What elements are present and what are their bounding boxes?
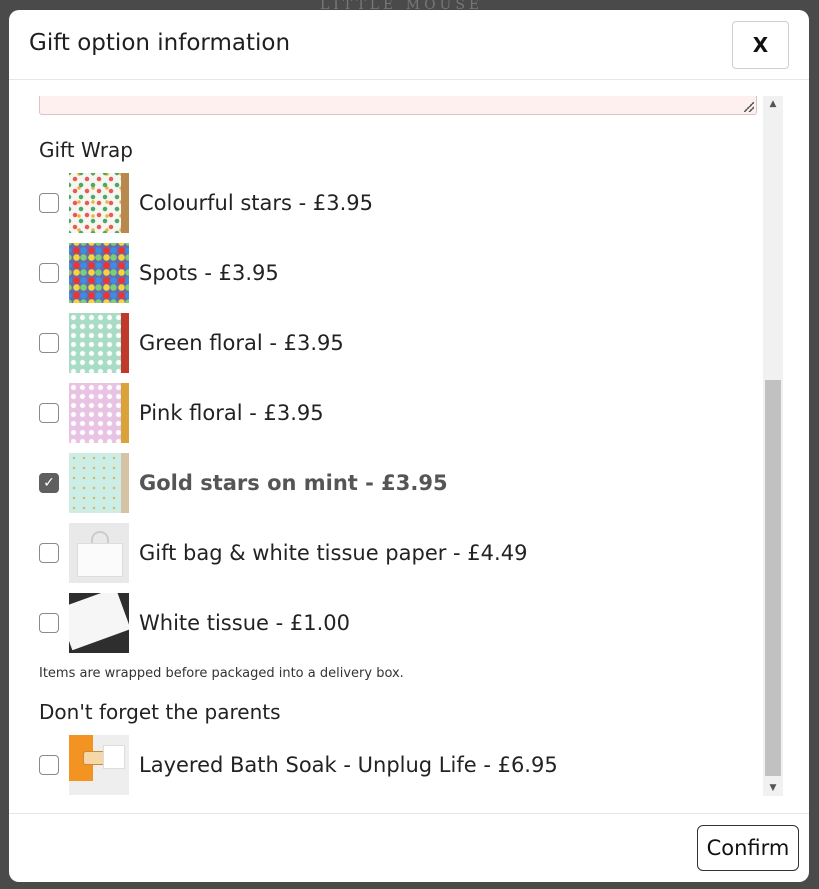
option-bath-soak[interactable]: Layered Bath Soak - Unplug Life - £6.95 (39, 735, 739, 795)
wrap-note: Items are wrapped before packaged into a… (39, 666, 404, 681)
option-label: Colourful stars - £3.95 (139, 191, 374, 215)
bag-shape (77, 543, 123, 577)
option-label: Pink floral - £3.95 (139, 401, 324, 425)
checkbox[interactable] (39, 193, 59, 213)
scrollbar[interactable]: ▲ ▼ (763, 96, 783, 796)
scroll-up-icon[interactable]: ▲ (763, 96, 783, 112)
close-button[interactable]: X (732, 21, 789, 69)
option-white-tissue[interactable]: White tissue - £1.00 (39, 593, 739, 653)
option-pink-floral[interactable]: Pink floral - £3.95 (39, 383, 739, 443)
jar-shape (83, 751, 105, 765)
option-label: White tissue - £1.00 (139, 611, 350, 635)
option-green-floral[interactable]: Green floral - £3.95 (39, 313, 739, 373)
check-icon: ✓ (43, 475, 55, 491)
box-shape (103, 745, 125, 769)
option-label: Spots - £3.95 (139, 261, 279, 285)
white-tissue-thumbnail (69, 593, 129, 653)
tissue-sheet-shape (69, 593, 129, 651)
modal-title: Gift option information (29, 30, 291, 56)
option-label: Layered Bath Soak - Unplug Life - £6.95 (139, 753, 558, 777)
checkbox-checked[interactable]: ✓ (39, 473, 59, 493)
option-label: Gold stars on mint - £3.95 (139, 471, 448, 495)
checkbox[interactable] (39, 333, 59, 353)
pink-floral-thumbnail (69, 383, 129, 443)
checkbox[interactable] (39, 755, 59, 775)
scroll-thumb[interactable] (765, 380, 781, 776)
option-label: Gift bag & white tissue paper - £4.49 (139, 541, 528, 565)
modal-footer: Confirm (9, 813, 809, 882)
checkbox[interactable] (39, 613, 59, 633)
option-gold-stars-mint[interactable]: ✓ Gold stars on mint - £3.95 (39, 453, 739, 513)
spots-thumbnail (69, 243, 129, 303)
modal-body: Gift Wrap Colourful stars - £3.95 Spots … (9, 81, 809, 813)
option-gift-bag[interactable]: Gift bag & white tissue paper - £4.49 (39, 523, 739, 583)
confirm-button[interactable]: Confirm (697, 825, 799, 871)
colourful-stars-thumbnail (69, 173, 129, 233)
bath-soak-thumbnail (69, 735, 129, 795)
gold-stars-mint-thumbnail (69, 453, 129, 513)
resize-grip-icon[interactable] (744, 102, 754, 112)
option-spots[interactable]: Spots - £3.95 (39, 243, 739, 303)
green-floral-thumbnail (69, 313, 129, 373)
parents-heading: Don't forget the parents (39, 700, 281, 724)
gift-bag-thumbnail (69, 523, 129, 583)
checkbox[interactable] (39, 403, 59, 423)
checkbox[interactable] (39, 543, 59, 563)
checkbox[interactable] (39, 263, 59, 283)
scroll-down-icon[interactable]: ▼ (763, 780, 783, 796)
gift-option-modal: Gift option information X Gift Wrap Colo… (9, 10, 809, 882)
option-label: Green floral - £3.95 (139, 331, 344, 355)
option-colourful-stars[interactable]: Colourful stars - £3.95 (39, 173, 739, 233)
gift-wrap-heading: Gift Wrap (39, 138, 133, 162)
gift-message-textarea[interactable] (39, 96, 757, 115)
modal-header: Gift option information X (9, 10, 809, 80)
